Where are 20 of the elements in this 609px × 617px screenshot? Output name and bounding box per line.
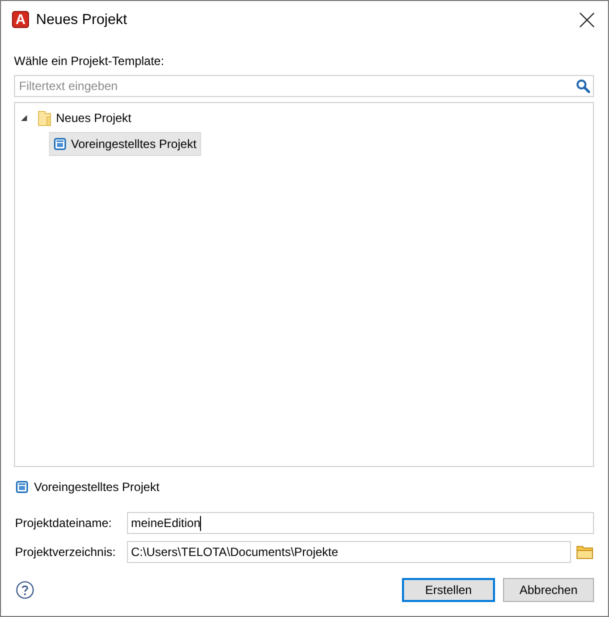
field-label: Projektdateiname:	[14, 516, 113, 530]
window-icon	[54, 138, 66, 150]
app-logo: A	[12, 11, 29, 28]
dialog-button[interactable]: Erstellen	[402, 578, 495, 602]
folder-icon	[38, 110, 51, 126]
field-label: Projektverzeichnis:	[14, 545, 117, 559]
help-icon[interactable]	[16, 580, 34, 598]
window-title: Neues Projekt	[36, 12, 128, 28]
dialog-button[interactable]: Abbrechen	[503, 578, 594, 602]
close-button[interactable]	[579, 12, 595, 28]
text-field[interactable]: C:\Users\TELOTA\Documents\Projekte	[127, 541, 571, 563]
template-label: Wähle ein Projekt-Template:	[14, 53, 164, 69]
text-field[interactable]: meineEdition	[127, 512, 594, 534]
tree-item[interactable]: Neues Projekt	[15, 106, 136, 130]
search-icon[interactable]	[576, 79, 590, 93]
window-icon	[16, 481, 28, 493]
template-description: Voreingestelltes Projekt	[34, 480, 160, 494]
browse-folder-button[interactable]	[576, 544, 594, 560]
expand-triangle-icon[interactable]	[20, 114, 28, 122]
tree-item[interactable]: Voreingestelltes Projekt	[49, 132, 202, 156]
